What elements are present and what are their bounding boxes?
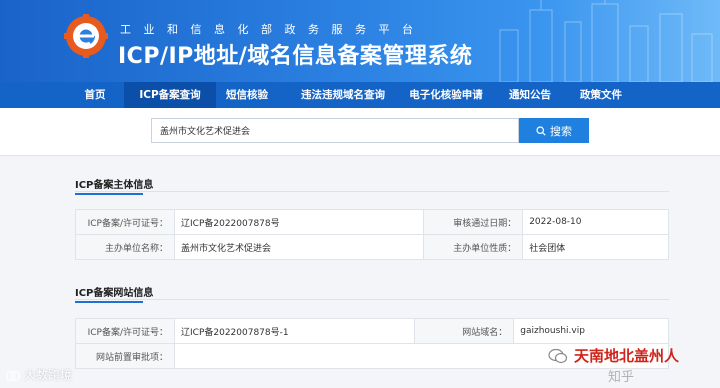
label-domain: 网站域名： <box>414 318 515 344</box>
nav-item-e-verify[interactable]: 电子化核验申请 <box>404 82 488 108</box>
nav-item-notices[interactable]: 通知公告 <box>502 82 558 108</box>
search-bar: 搜索 <box>0 108 720 156</box>
value-domain: gaizhoushi.vip <box>513 318 669 344</box>
section-divider <box>75 191 669 192</box>
value-license-no: 辽ICP备2022007878号 <box>173 209 425 235</box>
watermark-right-text: 天南地北盖州人 <box>574 347 680 365</box>
search-icon <box>536 125 546 136</box>
table-row: ICP备案/许可证号： 辽ICP备2022007878号-1 网站域名： gai… <box>75 318 669 344</box>
value-approval-date: 2022-08-10 <box>522 209 669 235</box>
camera-icon <box>6 370 20 381</box>
page-title: ICP/IP地址/域名信息备案管理系统 <box>118 44 473 69</box>
nav-item-illegal-domain[interactable]: 违法违规域名查询 <box>290 82 396 108</box>
nav-item-home[interactable]: 首页 <box>70 82 120 108</box>
value-org-type: 社会团体 <box>522 234 669 260</box>
watermark-zhihu: 知乎 <box>608 370 635 385</box>
watermark-right: 天南地北盖州人 <box>548 345 679 366</box>
table-row: ICP备案/许可证号： 辽ICP备2022007878号 审核通过日期： 202… <box>75 209 669 235</box>
section-divider <box>75 299 669 300</box>
label-license-no: ICP备案/许可证号： <box>75 209 175 235</box>
search-input[interactable] <box>151 118 519 143</box>
watermark-left-text: 大数跨境 <box>24 368 73 382</box>
section-title-website: ICP备案网站信息 <box>75 284 153 303</box>
watermark-left: 大数跨境 <box>6 366 72 383</box>
wechat-icon <box>548 348 568 363</box>
value-org-name: 盖州市文化艺术促进会 <box>173 234 425 260</box>
skyline-decoration <box>499 0 713 82</box>
section-title-entity: ICP备案主体信息 <box>75 176 153 195</box>
label-org-type: 主办单位性质： <box>423 234 524 260</box>
search-button[interactable]: 搜索 <box>519 118 589 143</box>
platform-subtitle: 工业和信息化部政务服务平台 <box>120 23 426 36</box>
nav-item-sms-verify[interactable]: 短信核验 <box>218 82 276 108</box>
header-banner: 工业和信息化部政务服务平台 ICP/IP地址/域名信息备案管理系统 <box>0 0 720 82</box>
nav-item-policies[interactable]: 政策文件 <box>572 82 630 108</box>
search-button-label: 搜索 <box>550 124 572 138</box>
label-pre-approval: 网站前置审批项： <box>75 343 175 369</box>
nav-item-icp-query[interactable]: ICP备案查询 <box>124 82 216 108</box>
table-row: 主办单位名称： 盖州市文化艺术促进会 主办单位性质： 社会团体 <box>75 234 669 260</box>
main-nav: 首页 ICP备案查询 短信核验 违法违规域名查询 电子化核验申请 通知公告 政策… <box>0 82 720 108</box>
value-site-license-no: 辽ICP备2022007878号-1 <box>173 318 416 344</box>
label-approval-date: 审核通过日期： <box>423 209 524 235</box>
label-site-license-no: ICP备案/许可证号： <box>75 318 175 344</box>
label-org-name: 主办单位名称： <box>75 234 175 260</box>
ministry-logo-icon <box>64 14 108 58</box>
entity-info-table: ICP备案/许可证号： 辽ICP备2022007878号 审核通过日期： 202… <box>75 209 669 260</box>
